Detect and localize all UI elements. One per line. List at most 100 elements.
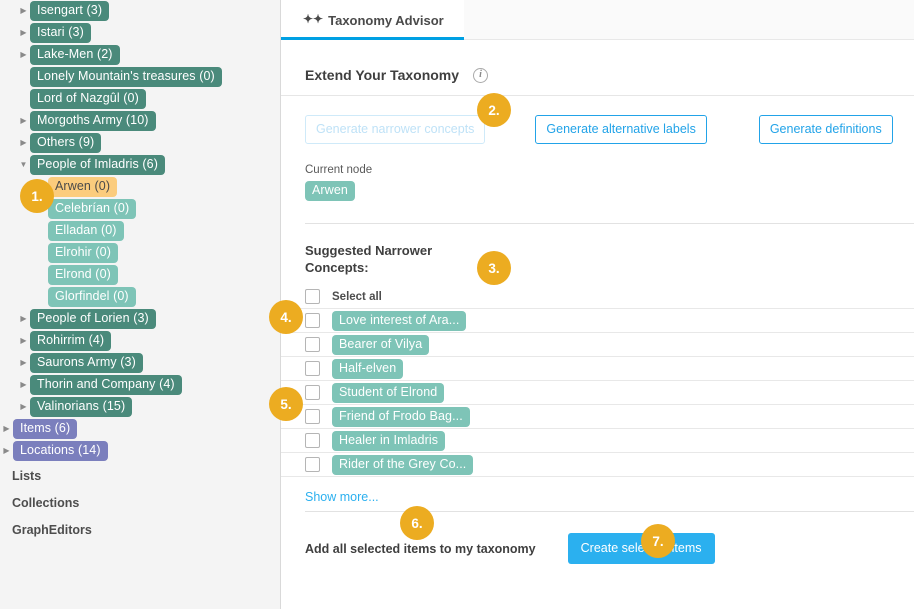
annotation-badge-5: 5. xyxy=(269,387,303,421)
chevron-right-icon[interactable]: ▶ xyxy=(17,315,30,323)
tree-row[interactable]: ▶Glorfindel (0) xyxy=(0,286,280,308)
suggestion-chip[interactable]: Half-elven xyxy=(332,359,403,379)
suggestion-row[interactable]: Bearer of Vilya xyxy=(281,333,914,357)
current-node-chip[interactable]: Arwen xyxy=(305,181,355,201)
tab-taxonomy-advisor[interactable]: ✦✦ Taxonomy Advisor xyxy=(281,0,464,40)
tree-node-chip[interactable]: Isengart (3) xyxy=(30,1,109,21)
select-all-checkbox[interactable] xyxy=(305,289,320,304)
tree-node-chip[interactable]: Elladan (0) xyxy=(48,221,124,241)
footer-actions: Add all selected items to my taxonomy Cr… xyxy=(281,512,914,564)
tree-row[interactable]: ▶Morgoths Army (10) xyxy=(0,110,280,132)
tree-node-chip[interactable]: Glorfindel (0) xyxy=(48,287,136,307)
suggestion-checkbox[interactable] xyxy=(305,457,320,472)
tree-row[interactable]: ▶Saurons Army (3) xyxy=(0,352,280,374)
sidebar-item-lists[interactable]: Lists xyxy=(0,462,280,489)
generate-definitions-button[interactable]: Generate definitions xyxy=(759,115,893,144)
tree-node-chip[interactable]: Thorin and Company (4) xyxy=(30,375,182,395)
tree-node-chip[interactable]: Lonely Mountain's treasures (0) xyxy=(30,67,222,87)
info-icon[interactable]: i xyxy=(473,68,488,83)
chevron-right-icon[interactable]: ▶ xyxy=(17,7,30,15)
select-all-row[interactable]: Select all xyxy=(281,285,914,309)
tree-row[interactable]: ▶Isengart (3) xyxy=(0,0,280,22)
generate-narrower-concepts-button[interactable]: Generate narrower concepts xyxy=(305,115,485,144)
suggestion-chip[interactable]: Student of Elrond xyxy=(332,383,444,403)
suggestion-checkbox[interactable] xyxy=(305,313,320,328)
tree-node-chip[interactable]: Valinorians (15) xyxy=(30,397,132,417)
chevron-right-icon[interactable]: ▶ xyxy=(17,29,30,37)
sidebar-item-grapheditors[interactable]: GraphEditors xyxy=(0,516,280,543)
tree-node-chip[interactable]: People of Imladris (6) xyxy=(30,155,165,175)
tree-node-chip[interactable]: Morgoths Army (10) xyxy=(30,111,156,131)
tree-row[interactable]: ▶Elladan (0) xyxy=(0,220,280,242)
tree-row[interactable]: ▶Lonely Mountain's treasures (0) xyxy=(0,66,280,88)
suggestion-checkbox[interactable] xyxy=(305,409,320,424)
chevron-right-icon[interactable]: ▶ xyxy=(17,403,30,411)
suggestion-row[interactable]: Half-elven xyxy=(281,357,914,381)
chevron-down-icon[interactable]: ▼ xyxy=(17,161,30,169)
chevron-right-icon[interactable]: ▶ xyxy=(17,337,30,345)
tree-row[interactable]: ▶Lake-Men (2) xyxy=(0,44,280,66)
chevron-right-icon[interactable]: ▶ xyxy=(17,139,30,147)
tree-row[interactable]: ▶Items (6) xyxy=(0,418,280,440)
chevron-right-icon[interactable]: ▶ xyxy=(17,359,30,367)
tree-node-chip[interactable]: People of Lorien (3) xyxy=(30,309,156,329)
suggestion-chip[interactable]: Friend of Frodo Bag... xyxy=(332,407,470,427)
sidebar-item-collections[interactable]: Collections xyxy=(0,489,280,516)
generate-alternative-labels-button[interactable]: Generate alternative labels xyxy=(535,115,706,144)
show-more-row: Show more... xyxy=(281,483,914,511)
sparkle-icon: ✦✦ xyxy=(303,13,323,25)
suggestion-chip[interactable]: Healer in Imladris xyxy=(332,431,445,451)
chevron-right-icon[interactable]: ▶ xyxy=(17,381,30,389)
caret-spacer: ▶ xyxy=(35,293,48,301)
tree-node-chip[interactable]: Items (6) xyxy=(13,419,77,439)
taxonomy-advisor-app: ▶Isengart (3)▶Istari (3)▶Lake-Men (2)▶Lo… xyxy=(0,0,914,609)
suggestion-checkbox[interactable] xyxy=(305,385,320,400)
suggestion-row[interactable]: Love interest of Ara... xyxy=(281,309,914,333)
tree-row[interactable]: ▶Locations (14) xyxy=(0,440,280,462)
suggestion-row[interactable]: Student of Elrond xyxy=(281,381,914,405)
annotation-badge-7: 7. xyxy=(641,524,675,558)
tree-node-chip[interactable]: Saurons Army (3) xyxy=(30,353,143,373)
suggested-narrower-header: Suggested Narrower Concepts: xyxy=(281,224,914,276)
tree-node-chip[interactable]: Arwen (0) xyxy=(48,177,117,197)
add-items-label: Add all selected items to my taxonomy xyxy=(305,542,536,556)
tree-row[interactable]: ▼People of Imladris (6) xyxy=(0,154,280,176)
suggestion-chip[interactable]: Rider of the Grey Co... xyxy=(332,455,473,475)
chevron-right-icon[interactable]: ▶ xyxy=(0,425,13,433)
tree-node-chip[interactable]: Locations (14) xyxy=(13,441,108,461)
suggestion-row[interactable]: Friend of Frodo Bag... xyxy=(281,405,914,429)
tree-row[interactable]: ▶Elrond (0) xyxy=(0,264,280,286)
show-more-link[interactable]: Show more... xyxy=(305,490,379,504)
suggestion-checkbox[interactable] xyxy=(305,361,320,376)
suggestion-row[interactable]: Healer in Imladris xyxy=(281,429,914,453)
tree-node-chip[interactable]: Others (9) xyxy=(30,133,101,153)
tree-row[interactable]: ▶Elrohir (0) xyxy=(0,242,280,264)
taxonomy-tree: ▶Isengart (3)▶Istari (3)▶Lake-Men (2)▶Lo… xyxy=(0,0,280,462)
suggestion-checkbox[interactable] xyxy=(305,433,320,448)
suggestion-chip[interactable]: Love interest of Ara... xyxy=(332,311,466,331)
tree-node-chip[interactable]: Elrohir (0) xyxy=(48,243,118,263)
suggestion-checkbox[interactable] xyxy=(305,337,320,352)
tree-node-chip[interactable]: Lake-Men (2) xyxy=(30,45,120,65)
tree-node-chip[interactable]: Elrond (0) xyxy=(48,265,118,285)
tree-row[interactable]: ▶Istari (3) xyxy=(0,22,280,44)
suggestion-chip[interactable]: Bearer of Vilya xyxy=(332,335,429,355)
tree-node-chip[interactable]: Lord of Nazgûl (0) xyxy=(30,89,146,109)
tree-node-chip[interactable]: Istari (3) xyxy=(30,23,91,43)
tree-node-chip[interactable]: Rohirrim (4) xyxy=(30,331,111,351)
tree-node-chip[interactable]: Celebrían (0) xyxy=(48,199,136,219)
tree-row[interactable]: ▶Valinorians (15) xyxy=(0,396,280,418)
tree-row[interactable]: ▶People of Lorien (3) xyxy=(0,308,280,330)
tree-row[interactable]: ▶Rohirrim (4) xyxy=(0,330,280,352)
chevron-right-icon[interactable]: ▶ xyxy=(0,447,13,455)
tree-row[interactable]: ▶Others (9) xyxy=(0,132,280,154)
annotation-badge-6: 6. xyxy=(400,506,434,540)
current-node-label: Current node xyxy=(281,144,914,176)
suggestion-row[interactable]: Rider of the Grey Co... xyxy=(281,453,914,477)
tree-row[interactable]: ▶Thorin and Company (4) xyxy=(0,374,280,396)
caret-spacer: ▶ xyxy=(35,249,48,257)
chevron-right-icon[interactable]: ▶ xyxy=(17,117,30,125)
tree-row[interactable]: ▶Lord of Nazgûl (0) xyxy=(0,88,280,110)
chevron-right-icon[interactable]: ▶ xyxy=(17,51,30,59)
section-title: Extend Your Taxonomy xyxy=(305,67,459,83)
